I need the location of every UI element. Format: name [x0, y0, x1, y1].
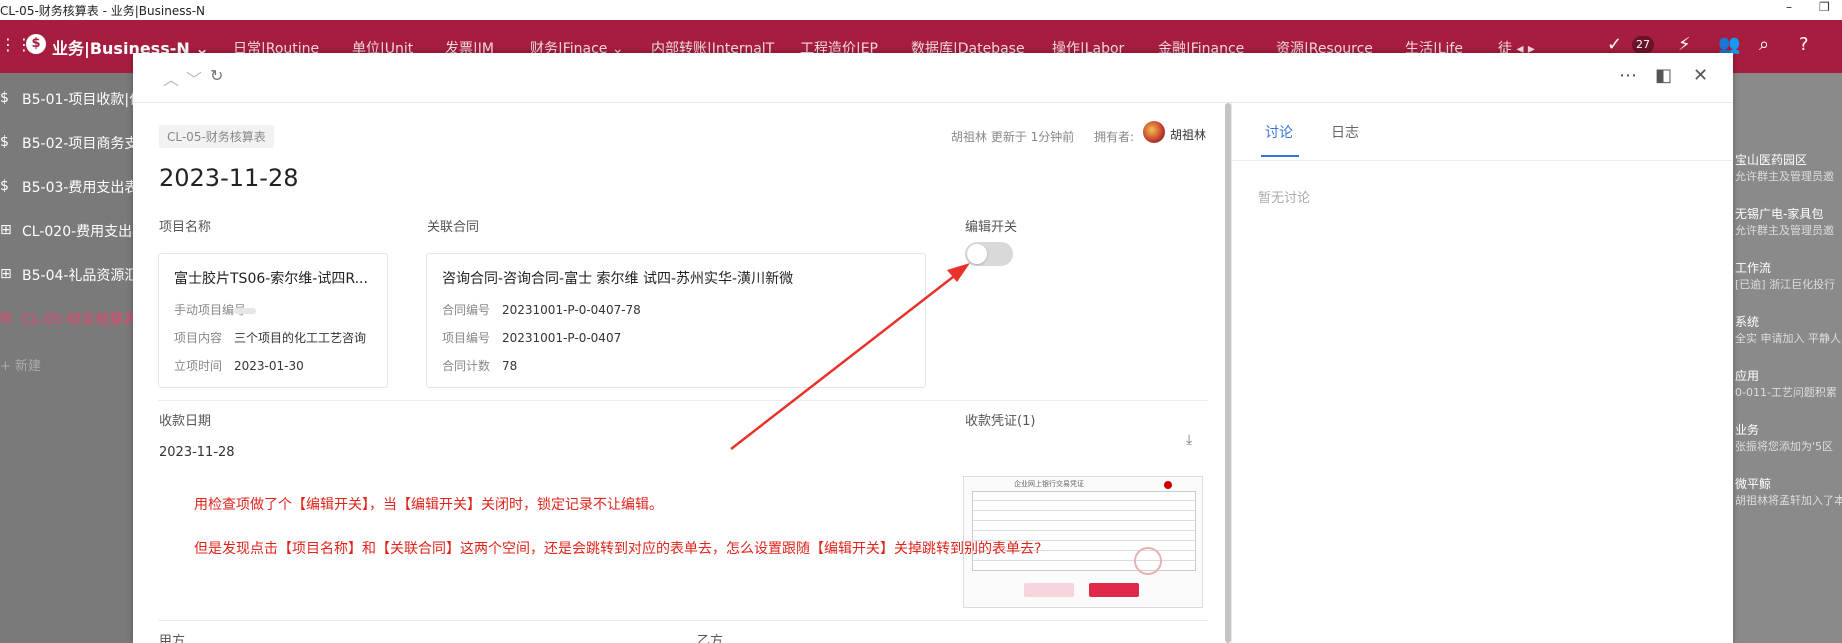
edit-switch-toggle[interactable]	[965, 242, 1013, 266]
sidebar-item-b5-04[interactable]: ⊞ B5-04-礼品资源汇	[0, 259, 133, 289]
sidebar: $ B5-01-项目收款|付 $ B5-02-项目商务支 $ B5-03-费用支出表 …	[0, 73, 133, 643]
divider	[158, 400, 1208, 401]
toggle-knob	[967, 244, 987, 264]
list-item[interactable]: 应用 0-011-工艺问题积累	[1735, 367, 1837, 400]
download-icon[interactable]: ⤓	[1186, 432, 1192, 448]
more-icon[interactable]: ⋯	[1619, 65, 1637, 86]
divider	[158, 620, 1208, 621]
search-icon[interactable]: ⌕	[1759, 34, 1769, 55]
party-b-label: 乙方	[697, 634, 724, 643]
list-item[interactable]: 无锡广电-家具包 允许群主及管理员邀	[1735, 205, 1834, 238]
people-icon[interactable]: 👥	[1718, 34, 1740, 55]
project-content: 项目内容 三个项目的化工工艺咨询	[174, 331, 367, 345]
sidebar-item-b5-02[interactable]: $ B5-02-项目商务支	[0, 127, 133, 157]
help-icon[interactable]: ?	[1799, 34, 1809, 55]
currency-icon: $	[0, 178, 9, 194]
new-sheet-button[interactable]: + 新建	[0, 355, 41, 374]
minimize-icon[interactable]: –	[1786, 0, 1792, 14]
currency-icon: $	[0, 134, 9, 150]
collapse-panel-icon[interactable]: ◧	[1655, 65, 1672, 86]
background-message-list: 宝山医药园区 允许群主及管理员邀 无锡广电-家具包 允许群主及管理员邀 工作流 [已逾…	[1733, 73, 1842, 643]
sidebar-item-b5-03[interactable]: $ B5-03-费用支出表	[0, 171, 133, 201]
project-date: 立项时间 2023-01-30	[174, 359, 304, 373]
party-a-label: 甲方	[159, 634, 186, 643]
chevron-down-icon[interactable]: ﹀	[186, 66, 202, 90]
avatar[interactable]	[1143, 121, 1165, 143]
voucher-button-image	[1024, 583, 1074, 597]
sidebar-item-b5-01[interactable]: $ B5-01-项目收款|付	[0, 83, 133, 113]
currency-icon: $	[0, 90, 9, 106]
voucher-field-label: 收款凭证(1)	[965, 414, 1036, 429]
project-name: 富士胶片TS06-索尔维-试四R...	[174, 271, 368, 287]
modal-toolbar: ︿ ﹀ ↻ ⋯ ◧ ✕	[133, 53, 1733, 103]
stamp-icon	[1134, 547, 1162, 575]
contract-name: 咨询合同-咨询合同-富士 索尔维 试四-苏州实华-潢川新微	[442, 271, 794, 287]
table-icon: ⊞	[0, 266, 12, 282]
contract-no: 合同编号 20231001-P-0-0407-78	[442, 303, 641, 317]
voucher-table-image	[972, 491, 1196, 571]
close-icon[interactable]: ✕	[1693, 65, 1708, 86]
contract-field-label: 关联合同	[427, 220, 480, 235]
updated-meta: 胡祖林 更新于 1分钟前	[951, 130, 1075, 144]
sheet-tag[interactable]: CL-05-财务核算表	[159, 125, 274, 148]
divider	[1232, 160, 1732, 161]
side-panel	[1231, 103, 1733, 643]
sidebar-item-cl-020[interactable]: ⊞CL-020-费用支出表	[0, 215, 133, 245]
currency-icon: $	[26, 34, 46, 54]
project-card[interactable]: 富士胶片TS06-索尔维-试四R... 手动项目编号 项目内容 三个项目的化工工艺…	[158, 253, 388, 388]
switch-field-label: 编辑开关	[965, 220, 1018, 235]
table-icon: ⊞	[0, 310, 12, 326]
receive-date-value[interactable]: 2023-11-28	[159, 445, 235, 460]
table-icon: ⊞	[0, 222, 12, 238]
list-item[interactable]: 微平鲸 胡祖林将孟轩加入了本	[1735, 475, 1842, 508]
voucher-thumb-header: 企业网上银行交易凭证	[1014, 480, 1084, 488]
sidebar-item-cl-05[interactable]: ⊞ CL-05-财务核算表	[0, 303, 133, 333]
list-item[interactable]: 系统 全实 申请加入 平静人	[1735, 313, 1841, 346]
list-item[interactable]: 宝山医药园区 允许群主及管理员邀	[1735, 151, 1834, 184]
tab-underline	[1261, 155, 1299, 157]
check-circle-icon[interactable]: ✓	[1607, 34, 1622, 55]
list-item[interactable]: 业务 张振将您添加为'5区	[1735, 421, 1833, 454]
tab-log[interactable]: 日志	[1331, 122, 1359, 142]
annotation-note-2: 但是发现点击【项目名称】和【关联合同】这两个空间，还是会跳转到对应的表单去，怎么…	[194, 541, 1042, 557]
owner-label: 拥有者:	[1094, 130, 1135, 144]
voucher-button-image	[1089, 583, 1139, 597]
project-manual-no: 手动项目编号	[174, 301, 256, 318]
refresh-icon[interactable]: ↻	[210, 66, 223, 85]
annotation-note-1: 用检查项做了个【编辑开关】，当【编辑开关】关闭时，锁定记录不让编辑。	[194, 497, 663, 513]
record-title: 2023-11-28	[159, 164, 299, 192]
tab-discussion[interactable]: 讨论	[1265, 122, 1293, 142]
chevron-up-icon[interactable]: ︿	[163, 66, 179, 90]
contract-count: 合同计数 78	[442, 359, 518, 373]
window-titlebar: CL-05-财务核算表 - 业务|Business-N – ❐	[0, 0, 1842, 20]
owner-name[interactable]: 胡祖林	[1170, 126, 1206, 143]
bolt-icon[interactable]: ⚡	[1678, 34, 1691, 55]
project-field-label: 项目名称	[159, 220, 212, 235]
notification-badge: 27	[1632, 36, 1654, 54]
restore-icon[interactable]: ❐	[1819, 0, 1830, 14]
window-title: CL-05-财务核算表 - 业务|Business-N	[0, 4, 206, 18]
list-item[interactable]: 工作流 [已逾] 浙江巨化投行	[1735, 259, 1835, 292]
contract-project-no: 项目编号 20231001-P-0-0407	[442, 331, 622, 345]
bank-seal-icon	[1164, 481, 1172, 489]
date-field-label: 收款日期	[159, 414, 212, 429]
contract-card[interactable]: 咨询合同-咨询合同-富士 索尔维 试四-苏州实华-潢川新微 合同编号 202310…	[426, 253, 926, 388]
empty-discussion-text: 暂无讨论	[1258, 191, 1311, 206]
